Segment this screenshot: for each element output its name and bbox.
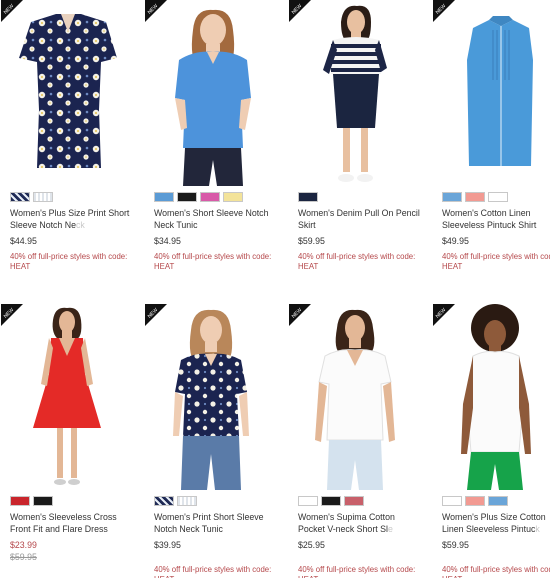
product-image[interactable] [289, 0, 423, 186]
product-card[interactable]: NEW Women's Plus Size Print Short Sleeve… [1, 0, 135, 280]
color-swatches [298, 192, 318, 202]
product-title[interactable]: Women's Denim Pull On Pencil Skirt [298, 207, 420, 231]
swatch-blue[interactable] [442, 192, 462, 202]
new-badge-icon: NEW [289, 304, 311, 326]
product-image[interactable] [145, 304, 279, 490]
product-price: $44.95 [10, 236, 37, 246]
swatch-black[interactable] [177, 192, 197, 202]
product-card[interactable]: NEW Women's Print Short Sleeve Notch Nec… [145, 304, 279, 578]
swatch-white[interactable] [488, 192, 508, 202]
promo-text: 40% off full-price styles with code: HEA… [154, 565, 272, 578]
promo-text: 40% off full-price styles with code: HEA… [298, 252, 416, 271]
product-card[interactable]: NEW Women's Sleeveless Cross Front Fit a… [1, 304, 135, 578]
product-title[interactable]: Women's Print Short Sleeve Notch Neck Tu… [154, 511, 276, 535]
color-swatches [154, 192, 243, 202]
product-card[interactable]: NEW Women's Short Sleeve Notch Neck Tuni… [145, 0, 279, 280]
swatch-navy-print[interactable] [10, 192, 30, 202]
product-price: $39.95 [154, 540, 181, 550]
promo-text: 40% off full-price styles with code: HEA… [10, 252, 128, 271]
swatch-blue[interactable] [488, 496, 508, 506]
color-swatches [154, 496, 197, 506]
swatch-rose[interactable] [344, 496, 364, 506]
product-card[interactable]: NEW Women's Supima Cotton Pocket V-neck … [289, 304, 423, 578]
promo-text: 40% off full-price styles with code: HEA… [154, 252, 272, 271]
new-badge-icon: NEW [1, 304, 23, 326]
sale-price: $23.99 [10, 540, 37, 550]
swatch-coral[interactable] [465, 496, 485, 506]
product-image[interactable] [145, 0, 279, 186]
color-swatches [442, 192, 508, 202]
product-image[interactable] [433, 0, 550, 186]
color-swatches [10, 496, 53, 506]
product-price: $49.95 [442, 236, 469, 246]
product-title[interactable]: Women's Sleeveless Cross Front Fit and F… [10, 511, 132, 535]
product-title[interactable]: Women's Plus Size Print Short Sleeve Not… [10, 207, 132, 231]
product-image[interactable] [1, 304, 135, 490]
swatch-light-print[interactable] [177, 496, 197, 506]
product-price: $34.95 [154, 236, 181, 246]
swatch-navy-print[interactable] [154, 496, 174, 506]
product-card[interactable]: NEW Women's Denim Pull On Pencil Skirt $… [289, 0, 423, 280]
new-badge-icon: NEW [145, 0, 167, 22]
product-price: $25.95 [298, 540, 325, 550]
promo-text: 40% off full-price styles with code: HEA… [442, 565, 550, 578]
swatch-white[interactable] [442, 496, 462, 506]
swatch-blue[interactable] [154, 192, 174, 202]
product-title[interactable]: Women's Plus Size Cotton Linen Sleeveles… [442, 511, 550, 535]
color-swatches [298, 496, 364, 506]
product-title[interactable]: Women's Short Sleeve Notch Neck Tunic [154, 207, 276, 231]
product-card[interactable]: NEW Women's Plus Size Cotton Linen Sleev… [433, 304, 550, 578]
new-badge-icon: NEW [433, 304, 455, 326]
product-grid: NEW Women's Plus Size Print Short Sleeve… [0, 0, 550, 578]
swatch-white[interactable] [298, 496, 318, 506]
product-title[interactable]: Women's Cotton Linen Sleeveless Pintuck … [442, 207, 550, 231]
swatch-pink[interactable] [200, 192, 220, 202]
original-price: $59.95 [10, 552, 37, 562]
product-title[interactable]: Women's Supima Cotton Pocket V-neck Shor… [298, 511, 420, 535]
swatch-light-print[interactable] [33, 192, 53, 202]
product-image[interactable] [433, 304, 550, 490]
swatch-black[interactable] [33, 496, 53, 506]
product-image[interactable] [1, 0, 135, 186]
swatch-yellow[interactable] [223, 192, 243, 202]
product-image[interactable] [289, 304, 423, 490]
swatch-navy[interactable] [298, 192, 318, 202]
new-badge-icon: NEW [145, 304, 167, 326]
swatch-red[interactable] [10, 496, 30, 506]
new-badge-icon: NEW [1, 0, 23, 22]
promo-text: 40% off full-price styles with code: HEA… [298, 565, 416, 578]
swatch-black[interactable] [321, 496, 341, 506]
new-badge-icon: NEW [433, 0, 455, 22]
new-badge-icon: NEW [289, 0, 311, 22]
product-price: $59.95 [298, 236, 325, 246]
product-card[interactable]: NEW Women's Cotton Linen Sleeveless Pint… [433, 0, 550, 280]
promo-text: 40% off full-price styles with code: HEA… [442, 252, 550, 271]
swatch-coral[interactable] [465, 192, 485, 202]
color-swatches [10, 192, 53, 202]
color-swatches [442, 496, 508, 506]
product-price: $59.95 [442, 540, 469, 550]
